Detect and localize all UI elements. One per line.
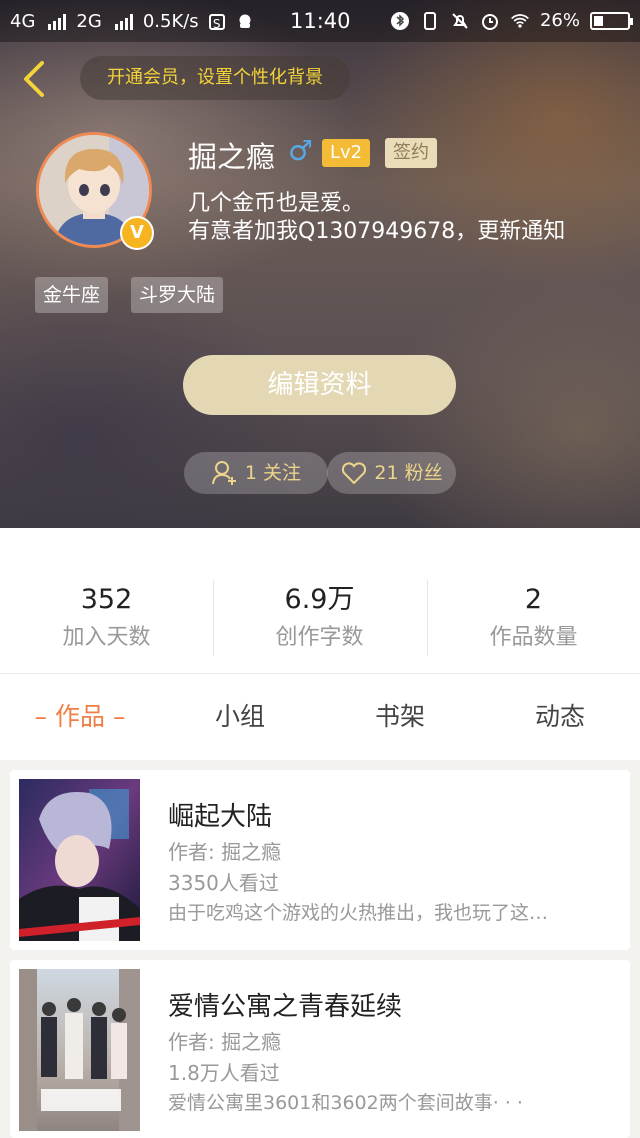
book-cover bbox=[19, 779, 140, 941]
book-views: 3350人看过 bbox=[168, 871, 279, 895]
tag-zodiac[interactable]: 金牛座 bbox=[35, 277, 109, 313]
book-views: 1.8万人看过 bbox=[168, 1061, 280, 1085]
bio-line-1: 几个金币也是爱。 bbox=[188, 191, 365, 216]
signal-icon bbox=[48, 13, 67, 30]
back-button[interactable] bbox=[16, 57, 52, 101]
vibrate-icon bbox=[420, 11, 440, 31]
wifi-icon bbox=[510, 11, 530, 31]
stat-works-count: 2 作品数量 bbox=[427, 580, 640, 656]
fans-count: 21 粉丝 bbox=[374, 462, 443, 484]
book-title: 爱情公寓之青春延续 bbox=[168, 992, 403, 1022]
status-bar: 4G 2G 0.5K/s S 11:40 26% bbox=[0, 0, 640, 42]
chevron-left-icon bbox=[24, 61, 44, 97]
signed-author-badge: 签约 bbox=[385, 138, 437, 168]
edit-profile-button[interactable]: 编辑资料 bbox=[183, 355, 456, 415]
book-title: 崛起大陆 bbox=[168, 802, 273, 832]
user-add-icon bbox=[211, 461, 236, 485]
network-type-2: 2G bbox=[76, 11, 102, 32]
stat-label: 创作字数 bbox=[275, 625, 364, 650]
stat-value: 6.9万 bbox=[284, 584, 355, 615]
following-count: 1 关注 bbox=[244, 462, 302, 484]
battery-icon bbox=[590, 11, 633, 30]
tab-activity[interactable]: 动态 bbox=[480, 674, 640, 760]
bio-line-2: 有意者加我Q1307949678，更新通知 bbox=[188, 219, 566, 244]
fans-button[interactable]: 21 粉丝 bbox=[327, 452, 456, 494]
stat-word-count: 6.9万 创作字数 bbox=[213, 580, 426, 656]
book-item[interactable]: 爱情公寓之青春延续 作者: 掘之瘾 1.8万人看过 爱情公寓里3601和3602… bbox=[10, 960, 630, 1138]
tab-bookshelf[interactable]: 书架 bbox=[320, 674, 480, 760]
stat-value: 2 bbox=[524, 584, 543, 615]
bluetooth-icon bbox=[390, 11, 410, 31]
stat-days-joined: 352 加入天数 bbox=[0, 580, 213, 656]
notification-bell-icon bbox=[235, 12, 255, 32]
network-type-1: 4G bbox=[10, 11, 36, 32]
stat-label: 加入天数 bbox=[62, 625, 151, 650]
signal-icon-2 bbox=[114, 13, 133, 30]
clock: 11:40 bbox=[290, 9, 351, 33]
stats-panel: 352 加入天数 6.9万 创作字数 2 作品数量 bbox=[0, 528, 640, 673]
tab-works[interactable]: – 作品 – bbox=[0, 674, 160, 760]
profile-tabs: – 作品 – 小组 书架 动态 bbox=[0, 673, 640, 760]
level-badge: Lv2 bbox=[322, 139, 371, 167]
username: 掘之瘾 bbox=[188, 140, 276, 174]
book-description: 爱情公寓里3601和3602两个套间故事· · · bbox=[168, 1092, 523, 1114]
s-app-icon: S bbox=[208, 13, 225, 31]
tag-interest[interactable]: 斗罗大陆 bbox=[131, 277, 224, 313]
battery-percent: 26% bbox=[539, 10, 580, 31]
mute-icon bbox=[450, 11, 470, 31]
vip-banner-button[interactable]: 开通会员，设置个性化背景 bbox=[80, 56, 350, 100]
alarm-icon bbox=[480, 11, 500, 31]
book-description: 由于吃鸡这个游戏的火热推出，我也玩了这… bbox=[168, 902, 549, 924]
network-speed: 0.5K/s bbox=[142, 11, 199, 32]
verified-badge: V bbox=[120, 216, 154, 250]
book-author: 作者: 掘之瘾 bbox=[168, 840, 282, 864]
bio: 几个金币也是爱。 有意者加我Q1307949678，更新通知 bbox=[188, 190, 565, 246]
male-icon: ♂ bbox=[288, 134, 314, 167]
tab-groups[interactable]: 小组 bbox=[160, 674, 320, 760]
book-author: 作者: 掘之瘾 bbox=[168, 1030, 282, 1054]
stat-value: 352 bbox=[80, 584, 133, 615]
stat-label: 作品数量 bbox=[489, 625, 578, 650]
heart-icon bbox=[342, 462, 367, 485]
following-button[interactable]: 1 关注 bbox=[184, 452, 328, 494]
book-cover bbox=[19, 969, 140, 1131]
book-item[interactable]: 崛起大陆 作者: 掘之瘾 3350人看过 由于吃鸡这个游戏的火热推出，我也玩了这… bbox=[10, 770, 630, 950]
